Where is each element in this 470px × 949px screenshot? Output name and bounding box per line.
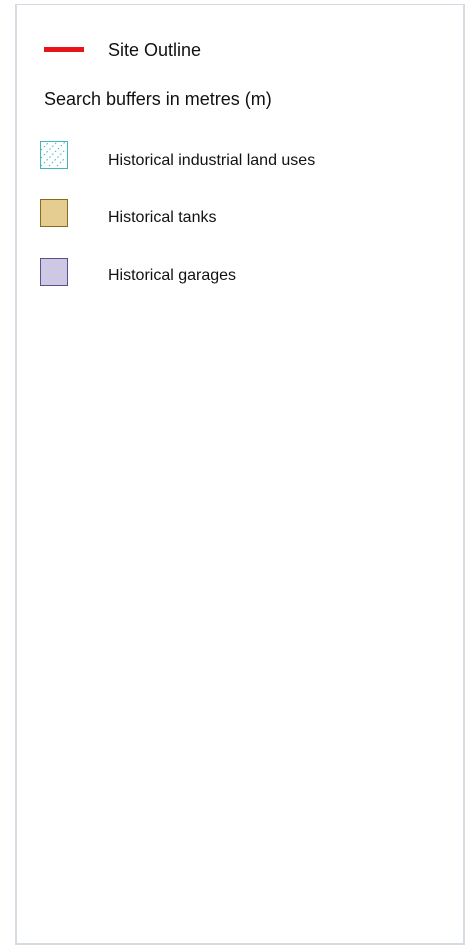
historical-tanks-label: Historical tanks <box>108 209 217 226</box>
historical-garages-swatch <box>40 258 68 286</box>
industrial-land-uses-label: Historical industrial land uses <box>108 152 316 169</box>
industrial-land-uses-swatch <box>40 141 68 169</box>
hatch-pattern-icon <box>40 141 66 167</box>
map-legend-panel: Site Outline Search buffers in metres (m… <box>15 4 465 945</box>
historical-garages-label: Historical garages <box>108 267 237 284</box>
search-buffers-label: Search buffers in metres (m) <box>44 89 272 109</box>
historical-tanks-swatch <box>40 199 68 227</box>
site-outline-line-swatch <box>44 47 84 52</box>
site-outline-label: Site Outline <box>108 40 202 60</box>
